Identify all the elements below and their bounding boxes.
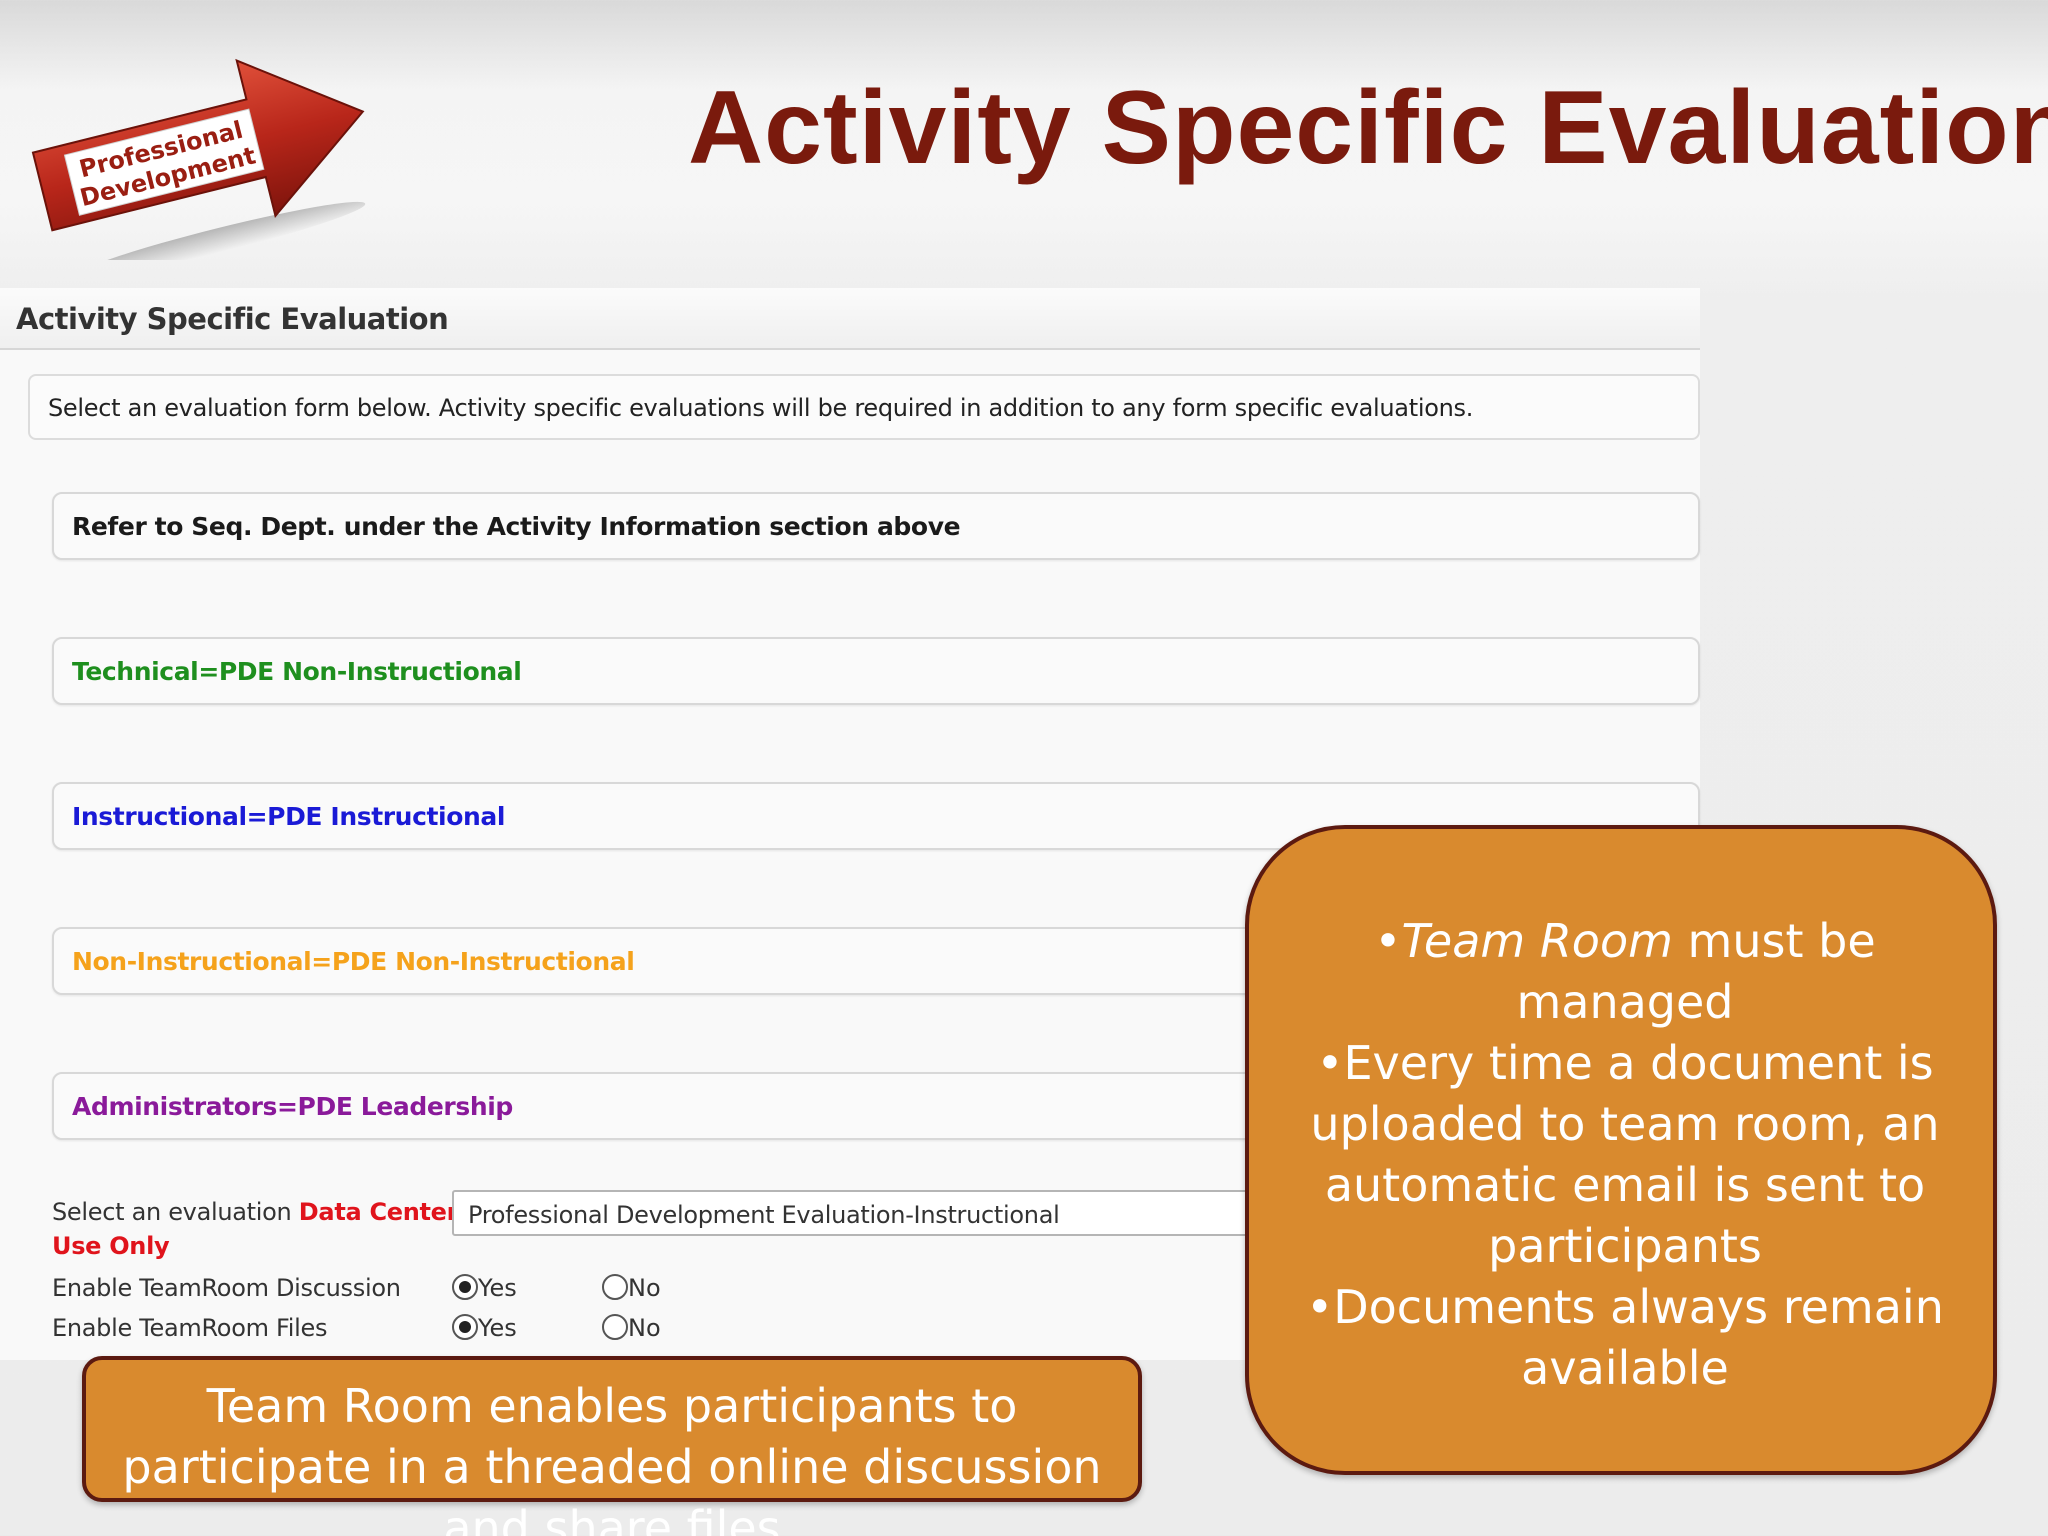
select-evaluation-label: Select an evaluation Data Center: [52, 1198, 459, 1226]
instruction-box: Select an evaluation form below. Activit…: [28, 374, 1700, 440]
panel-header: Activity Specific Evaluation: [0, 288, 1700, 350]
slide-title: Activity Specific Evaluation: [688, 70, 2048, 186]
callout-bullet-1-emphasis: Team Room: [1401, 914, 1673, 968]
team-room-summary-callout: Team Room enables participants to partic…: [82, 1356, 1142, 1536]
professional-development-arrow-logo: Professional Development: [31, 58, 366, 260]
slide-header: Professional Development Activity Specif…: [0, 0, 2048, 300]
option-label: Administrators=PDE Leadership: [72, 1092, 513, 1121]
select-label-data-center: Data Center: [298, 1198, 459, 1226]
teamroom-discussion-label: Enable TeamRoom Discussion: [52, 1274, 401, 1302]
team-room-notes-callout: •Team Room must be managed •Every time a…: [1245, 825, 1997, 1475]
select-label-use-only: Use Only: [52, 1232, 170, 1260]
option-label: Instructional=PDE Instructional: [72, 802, 506, 831]
files-yes-label[interactable]: Yes: [478, 1314, 517, 1342]
callout-bullet-1: •Team Room must be managed: [1374, 914, 1876, 1029]
teamroom-files-label: Enable TeamRoom Files: [52, 1314, 328, 1342]
callout-bottom-text: Team Room enables participants to partic…: [122, 1379, 1102, 1536]
evaluation-select[interactable]: Professional Development Evaluation-Inst…: [452, 1190, 1352, 1236]
option-label: Non-Instructional=PDE Non-Instructional: [72, 947, 635, 976]
select-label-prefix: Select an evaluation: [52, 1198, 292, 1226]
panel-title: Activity Specific Evaluation: [16, 302, 449, 336]
select-evaluation-label-line2: Use Only: [52, 1232, 170, 1260]
discussion-no-label[interactable]: No: [628, 1274, 661, 1302]
discussion-yes-label[interactable]: Yes: [478, 1274, 517, 1302]
instruction-text: Select an evaluation form below. Activit…: [48, 394, 1474, 422]
callout-bullet-3: •Documents always remain available: [1306, 1280, 1944, 1395]
option-technical[interactable]: Technical=PDE Non-Instructional: [52, 637, 1700, 705]
evaluation-select-value: Professional Development Evaluation-Inst…: [468, 1201, 1060, 1229]
discussion-no-radio[interactable]: [602, 1274, 628, 1300]
option-label: Refer to Seq. Dept. under the Activity I…: [72, 512, 961, 541]
option-label: Technical=PDE Non-Instructional: [72, 657, 522, 686]
files-yes-radio[interactable]: [452, 1314, 478, 1340]
callout-right-text: •Team Room must be managed •Every time a…: [1289, 911, 1961, 1399]
callout-bullet-2: •Every time a document is uploaded to te…: [1310, 1036, 1940, 1273]
files-no-label[interactable]: No: [628, 1314, 661, 1342]
option-refer-seq-dept[interactable]: Refer to Seq. Dept. under the Activity I…: [52, 492, 1700, 560]
discussion-yes-radio[interactable]: [452, 1274, 478, 1300]
files-no-radio[interactable]: [602, 1314, 628, 1340]
